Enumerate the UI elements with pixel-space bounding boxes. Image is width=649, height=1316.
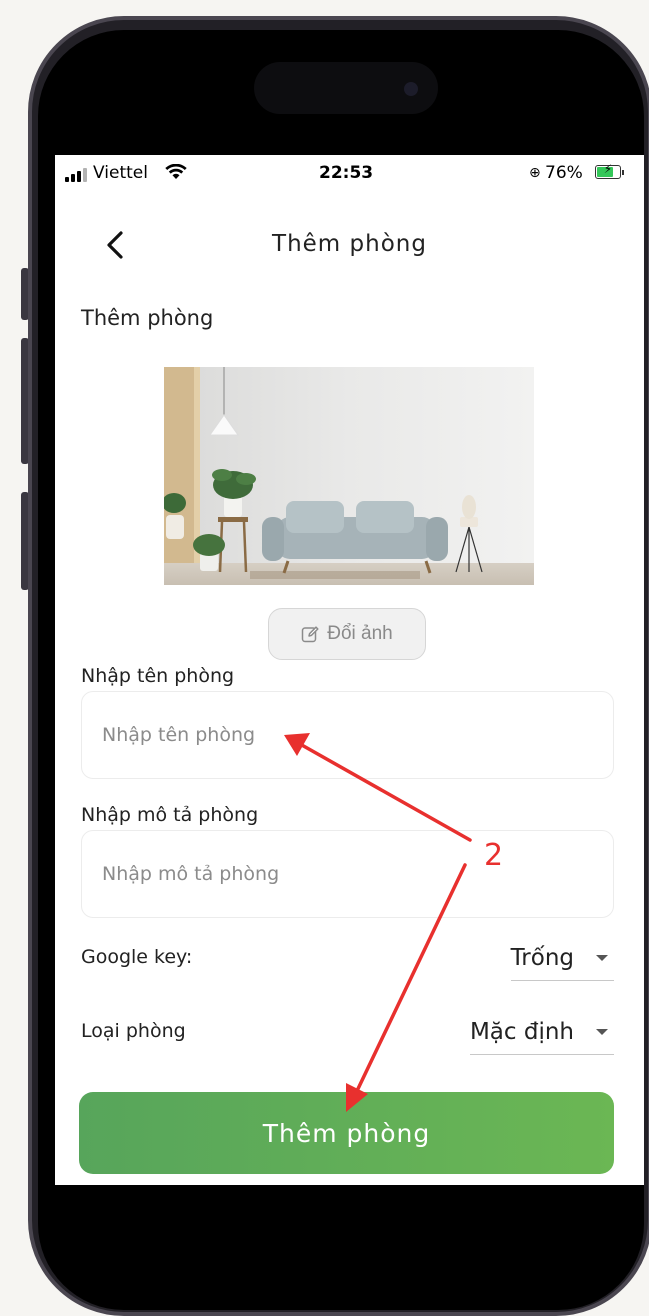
orientation-lock-icon: ⊕ bbox=[529, 165, 541, 181]
battery-tip bbox=[622, 170, 624, 175]
change-photo-button[interactable]: Đổi ảnh bbox=[268, 608, 426, 660]
room-description-label: Nhập mô tả phòng bbox=[81, 804, 259, 826]
google-key-label: Google key: bbox=[81, 946, 193, 968]
room-type-value: Mặc định bbox=[469, 1019, 574, 1045]
google-key-dropdown[interactable]: Trống bbox=[510, 936, 614, 981]
room-name-label: Nhập tên phòng bbox=[81, 665, 235, 687]
app-screen: Viettel 22:53 ⊕ 76% ⚡ Thêm phòng Thêm ph… bbox=[55, 155, 644, 1185]
front-camera bbox=[404, 82, 418, 96]
add-room-button[interactable]: Thêm phòng bbox=[79, 1092, 614, 1174]
page-title: Thêm phòng bbox=[272, 231, 427, 257]
carrier-name: Viettel bbox=[93, 163, 148, 183]
room-photo bbox=[164, 367, 534, 585]
room-name-input[interactable] bbox=[100, 723, 595, 747]
edit-icon bbox=[302, 626, 319, 643]
wifi-icon bbox=[165, 164, 187, 179]
battery-percent: 76% bbox=[545, 163, 583, 183]
room-type-dropdown[interactable]: Mặc định bbox=[469, 1010, 614, 1055]
room-description-field[interactable] bbox=[81, 830, 614, 918]
section-title: Thêm phòng bbox=[81, 306, 214, 330]
annotation-step-number: 2 bbox=[484, 838, 504, 873]
room-description-input[interactable] bbox=[100, 862, 595, 886]
room-type-label: Loại phòng bbox=[81, 1020, 186, 1042]
google-key-value: Trống bbox=[510, 945, 574, 971]
caret-down-icon bbox=[596, 1029, 608, 1035]
change-photo-label: Đổi ảnh bbox=[327, 623, 393, 644]
status-bar: Viettel 22:53 ⊕ 76% ⚡ bbox=[55, 155, 644, 191]
signal-icon bbox=[65, 168, 87, 182]
battery-charging-icon: ⚡ bbox=[595, 162, 621, 179]
caret-down-icon bbox=[596, 955, 608, 961]
status-time: 22:53 bbox=[319, 163, 374, 183]
room-name-field[interactable] bbox=[81, 691, 614, 779]
